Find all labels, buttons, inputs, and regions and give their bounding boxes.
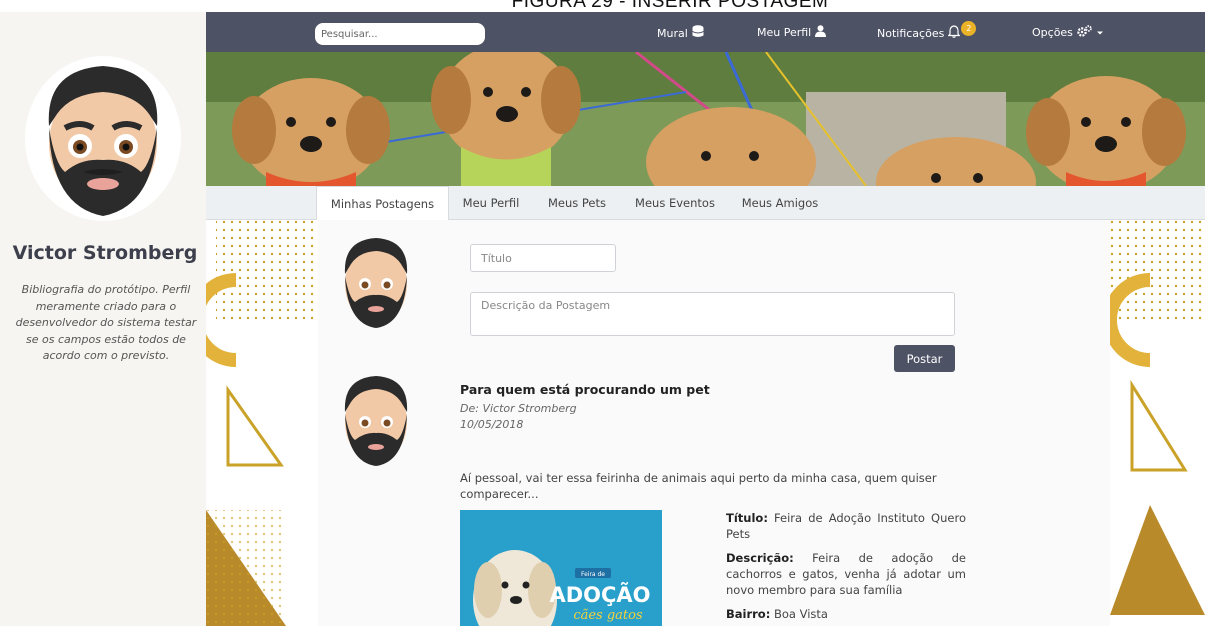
decorative-pattern-left bbox=[206, 220, 318, 626]
decorative-pattern-right bbox=[1110, 220, 1205, 626]
post-author-avatar bbox=[341, 372, 411, 468]
tab-meus-pets[interactable]: Meus Pets bbox=[542, 186, 612, 220]
nav-opcoes[interactable]: Opções bbox=[1032, 25, 1104, 40]
composer-avatar bbox=[341, 234, 411, 330]
tab-meus-amigos[interactable]: Meus Amigos bbox=[736, 186, 824, 220]
posts-panel: Postar Para quem está procurando um pet … bbox=[318, 220, 1110, 626]
post-body: Aí pessoal, vai ter essa feirinha de ani… bbox=[460, 471, 937, 501]
post-button[interactable]: Postar bbox=[894, 345, 955, 372]
post-image-small-text: Feira de bbox=[581, 571, 605, 578]
nav-mural-label: Mural bbox=[657, 26, 688, 40]
event-neighborhood: Boa Vista bbox=[773, 607, 828, 621]
nav-notificacoes-label: Notificações bbox=[877, 26, 945, 40]
tab-meu-perfil[interactable]: Meu Perfil bbox=[456, 186, 526, 220]
search-input[interactable] bbox=[315, 23, 485, 45]
nav-meu-perfil-label: Meu Perfil bbox=[757, 26, 812, 39]
bell-icon bbox=[947, 25, 961, 41]
event-title-label: Título: bbox=[726, 511, 768, 525]
cover-banner bbox=[206, 52, 1205, 186]
user-icon bbox=[815, 25, 827, 40]
profile-sidebar: Victor Stromberg Bibliografia do protóti… bbox=[0, 12, 206, 626]
post-title-input[interactable] bbox=[470, 244, 616, 272]
post-image-sub-text: cães gatos bbox=[573, 608, 643, 623]
event-neighborhood-label: Bairro: bbox=[726, 607, 771, 621]
post-description-input[interactable] bbox=[470, 292, 955, 336]
nav-meu-perfil[interactable]: Meu Perfil bbox=[757, 25, 827, 40]
nav-notificacoes[interactable]: Notificações 2 bbox=[877, 20, 979, 41]
post-title[interactable]: Para quem está procurando um pet bbox=[460, 382, 710, 397]
database-icon bbox=[692, 25, 704, 41]
nav-opcoes-label: Opções bbox=[1032, 26, 1073, 39]
notification-badge: 2 bbox=[961, 20, 977, 36]
profile-tabs: Minhas Postagens Meu Perfil Meus Pets Me… bbox=[206, 186, 1205, 221]
caret-down-icon bbox=[1096, 26, 1104, 39]
top-navbar: Mural Meu Perfil Notificações 2 Opções bbox=[206, 12, 1205, 52]
gears-icon bbox=[1077, 25, 1092, 40]
post-image-title-text: ADOÇÃO bbox=[549, 582, 650, 607]
nav-mural[interactable]: Mural bbox=[657, 25, 704, 41]
event-description-label: Descrição: bbox=[726, 551, 794, 565]
profile-name: Victor Stromberg bbox=[12, 242, 198, 264]
post-image[interactable]: Feira de ADOÇÃO cães gatos bbox=[460, 510, 662, 626]
post-author: De: Victor Stromberg bbox=[460, 402, 577, 415]
tab-meus-eventos[interactable]: Meus Eventos bbox=[628, 186, 722, 220]
event-details: Título: Feira de Adoção Instituto Quero … bbox=[726, 510, 966, 626]
profile-bio: Bibliografia do protótipo. Perfil merame… bbox=[15, 283, 197, 362]
tab-minhas-postagens[interactable]: Minhas Postagens bbox=[316, 186, 449, 221]
post-date: 10/05/2018 bbox=[460, 418, 524, 431]
avatar bbox=[25, 56, 181, 221]
